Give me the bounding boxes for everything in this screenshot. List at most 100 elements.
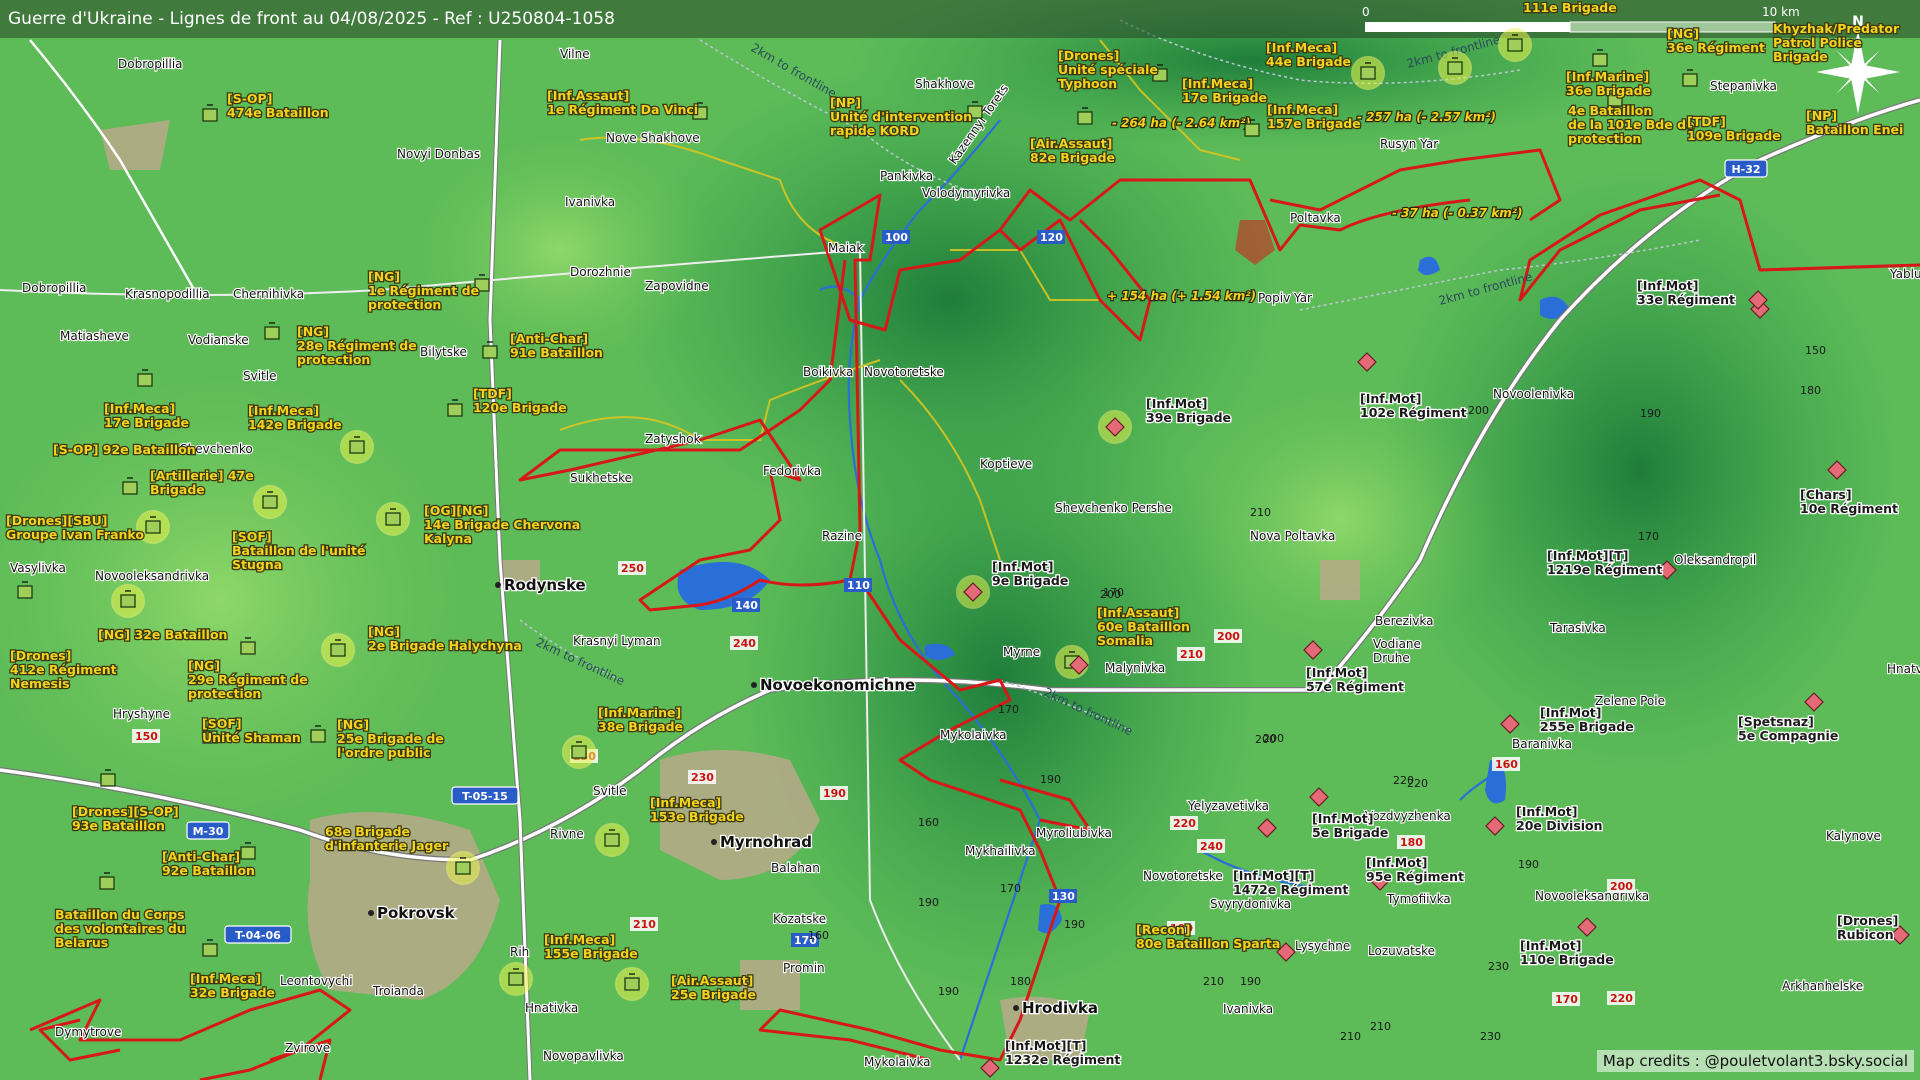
town-label-line: Svyrydonivka — [1210, 897, 1291, 911]
ua-unit-label-line: l'ordre public — [337, 745, 431, 760]
town-ivanivka2: Ivanivka — [1222, 1001, 1274, 1017]
ua-unit-label-line: [Recon] — [1136, 922, 1190, 937]
ru-unit-marker-icon[interactable] — [956, 575, 990, 609]
town-label: Tymofiivka — [1386, 892, 1451, 906]
ua-unit-marker-icon[interactable] — [321, 633, 355, 667]
ua-unit-label-line: 44e Brigade — [1266, 54, 1351, 69]
town-stepanivka: Stepanivka — [1709, 78, 1778, 94]
ua-unit-marker-icon[interactable] — [446, 851, 480, 885]
elevation-label: 200 — [1100, 588, 1121, 601]
elevation-label: 190 — [1518, 858, 1539, 871]
svg-text:110: 110 — [847, 579, 870, 592]
town-label-line: Lozuvatske — [1368, 944, 1435, 958]
road-shield-m-30: M-30 — [186, 821, 230, 840]
town-label: Novoolenivka — [1493, 387, 1574, 401]
ua-unit-marker-icon[interactable] — [595, 823, 629, 857]
town-label: Razine — [822, 529, 862, 543]
town-label-line: Novooleksandrivka — [95, 569, 209, 583]
ua-unit-label-line: 82e Brigade — [1030, 150, 1115, 165]
town-label-line: Mykhailivka — [965, 844, 1036, 858]
town-label: Vodianske — [188, 333, 249, 347]
ru-unit-label-line: 102e Régiment — [1360, 405, 1467, 420]
ua-unit-marker-icon[interactable] — [1498, 28, 1532, 62]
ua-unit-label-line: 4e Bataillon — [1568, 103, 1652, 118]
town-label-line: Hryshyne — [113, 707, 170, 721]
town-label: Svitle — [243, 369, 276, 383]
ru-unit-label-line: 5e Compagnie — [1738, 728, 1838, 743]
ua-unit-label-line: [Drones][S-OP] — [72, 804, 179, 819]
town-zapovidne: Zapovidne — [644, 278, 710, 294]
town-label: Pokrovsk — [377, 904, 456, 922]
town-label: Lozuvatske — [1368, 944, 1435, 958]
ua-unit-label-line: 60e Bataillon — [1097, 619, 1190, 634]
ua-unit-marker-icon[interactable] — [562, 735, 596, 769]
town-label-line: Myroliubivka — [1036, 826, 1112, 840]
elevation-label: 190 — [1240, 975, 1261, 988]
town-label: Shevchenko Pershe — [1055, 501, 1172, 515]
ru-unit-label-line: 255e Brigade — [1540, 719, 1634, 734]
ua-unit-label-line: Bataillon de l'unité — [232, 543, 366, 558]
town-label-line: Zatyshok — [645, 432, 701, 446]
svg-text:150: 150 — [135, 730, 158, 743]
town-kozatske: Kozatske — [772, 911, 827, 927]
ua-unit-marker-icon[interactable] — [1351, 56, 1385, 90]
elevation-label: 210 — [1370, 1020, 1391, 1033]
ua-unit-label: [S-OP] 92e Bataillon — [53, 442, 196, 457]
ua-unit-label-line: 91e Bataillon — [510, 345, 603, 360]
ua-unit-label-line: 25e Brigade — [671, 987, 756, 1002]
ua-unit-label-partial-line: 111e Brigade — [1523, 0, 1617, 15]
ua-unit-label-line: des volontaires du — [55, 921, 186, 936]
town-label-line: Razine — [822, 529, 862, 543]
ru-unit-label-line: 5e Brigade — [1312, 825, 1388, 840]
elevation-label: 150 — [1805, 344, 1826, 357]
town-promin: Promin — [782, 960, 826, 976]
town-label-line: Druhe — [1373, 651, 1410, 665]
ua-unit-label-line: [Air.Assaut] — [671, 973, 753, 988]
road-shield-label: M-30 — [193, 825, 224, 838]
elevation-label: 180 — [1800, 384, 1821, 397]
town-novopavlivka: Novopavlivka — [542, 1048, 625, 1064]
ru-unit-label-line: 33e Régiment — [1637, 292, 1735, 307]
ua-unit-label-line: 17e Brigade — [104, 415, 189, 430]
ua-unit-label-line: 120e Brigade — [473, 400, 567, 415]
ua-unit-marker-icon[interactable] — [615, 967, 649, 1001]
town-svyrydonivka: Svyrydonivka — [1209, 896, 1292, 912]
town-vilne: Vilne — [559, 46, 591, 62]
ua-unit-label-line: Stugna — [232, 557, 282, 572]
town-label-line: Dobropillia — [118, 57, 183, 71]
ua-unit-label-line: [NG] — [297, 324, 329, 339]
ua-unit-marker-icon[interactable] — [499, 962, 533, 996]
town-label: Krasnopodillia — [125, 287, 210, 301]
ua-unit-marker-icon[interactable] — [376, 502, 410, 536]
town-label-line: Ivanivka — [565, 195, 615, 209]
ua-unit-label-line: [Artillerie] 47e — [150, 468, 254, 483]
town-label: Ivanivka — [565, 195, 615, 209]
elevation-label: 230 — [1488, 960, 1509, 973]
ru-unit-marker-icon[interactable] — [1098, 410, 1132, 444]
ua-unit-marker-icon[interactable] — [111, 584, 145, 618]
road-number: 210 — [1177, 647, 1205, 661]
ru-unit-label-line: [Inf.Mot] — [1520, 938, 1581, 953]
ua-unit-label-line: [Inf.Meca] — [248, 403, 319, 418]
ua-unit-label-line: Belarus — [55, 935, 108, 950]
town-label: Dymytrove — [55, 1025, 121, 1039]
town-label-line: Vodianske — [188, 333, 249, 347]
ua-unit-marker-icon[interactable] — [340, 430, 374, 464]
ua-unit-marker-icon[interactable] — [253, 485, 287, 519]
ua-unit-label-line: [NG] — [1667, 26, 1699, 41]
town-label: Yablu — [1889, 267, 1920, 281]
ua-unit-label-line: rapide KORD — [830, 123, 919, 138]
town-label-line: Mykolaivka — [864, 1055, 931, 1069]
town-label: Mykhailivka — [965, 844, 1036, 858]
elevation-label: 210 — [1340, 1030, 1361, 1043]
ua-unit-label-line: [Anti-Char] — [510, 331, 588, 346]
ua-unit-label-line: Khyzhak/Predator — [1773, 21, 1900, 36]
town-label: Berezivka — [1375, 614, 1434, 628]
ua-unit-marker-icon[interactable] — [1438, 51, 1472, 85]
town-label: Fedorivka — [763, 464, 821, 478]
town-label-line: Vodiane — [1373, 637, 1421, 651]
town-sukhetske: Sukhetske — [569, 470, 633, 486]
ru-unit-label-line: 95e Régiment — [1366, 869, 1464, 884]
town-yelyzavetivka: Yelyzavetivka — [1186, 798, 1270, 814]
road-number: 100 — [882, 230, 910, 244]
